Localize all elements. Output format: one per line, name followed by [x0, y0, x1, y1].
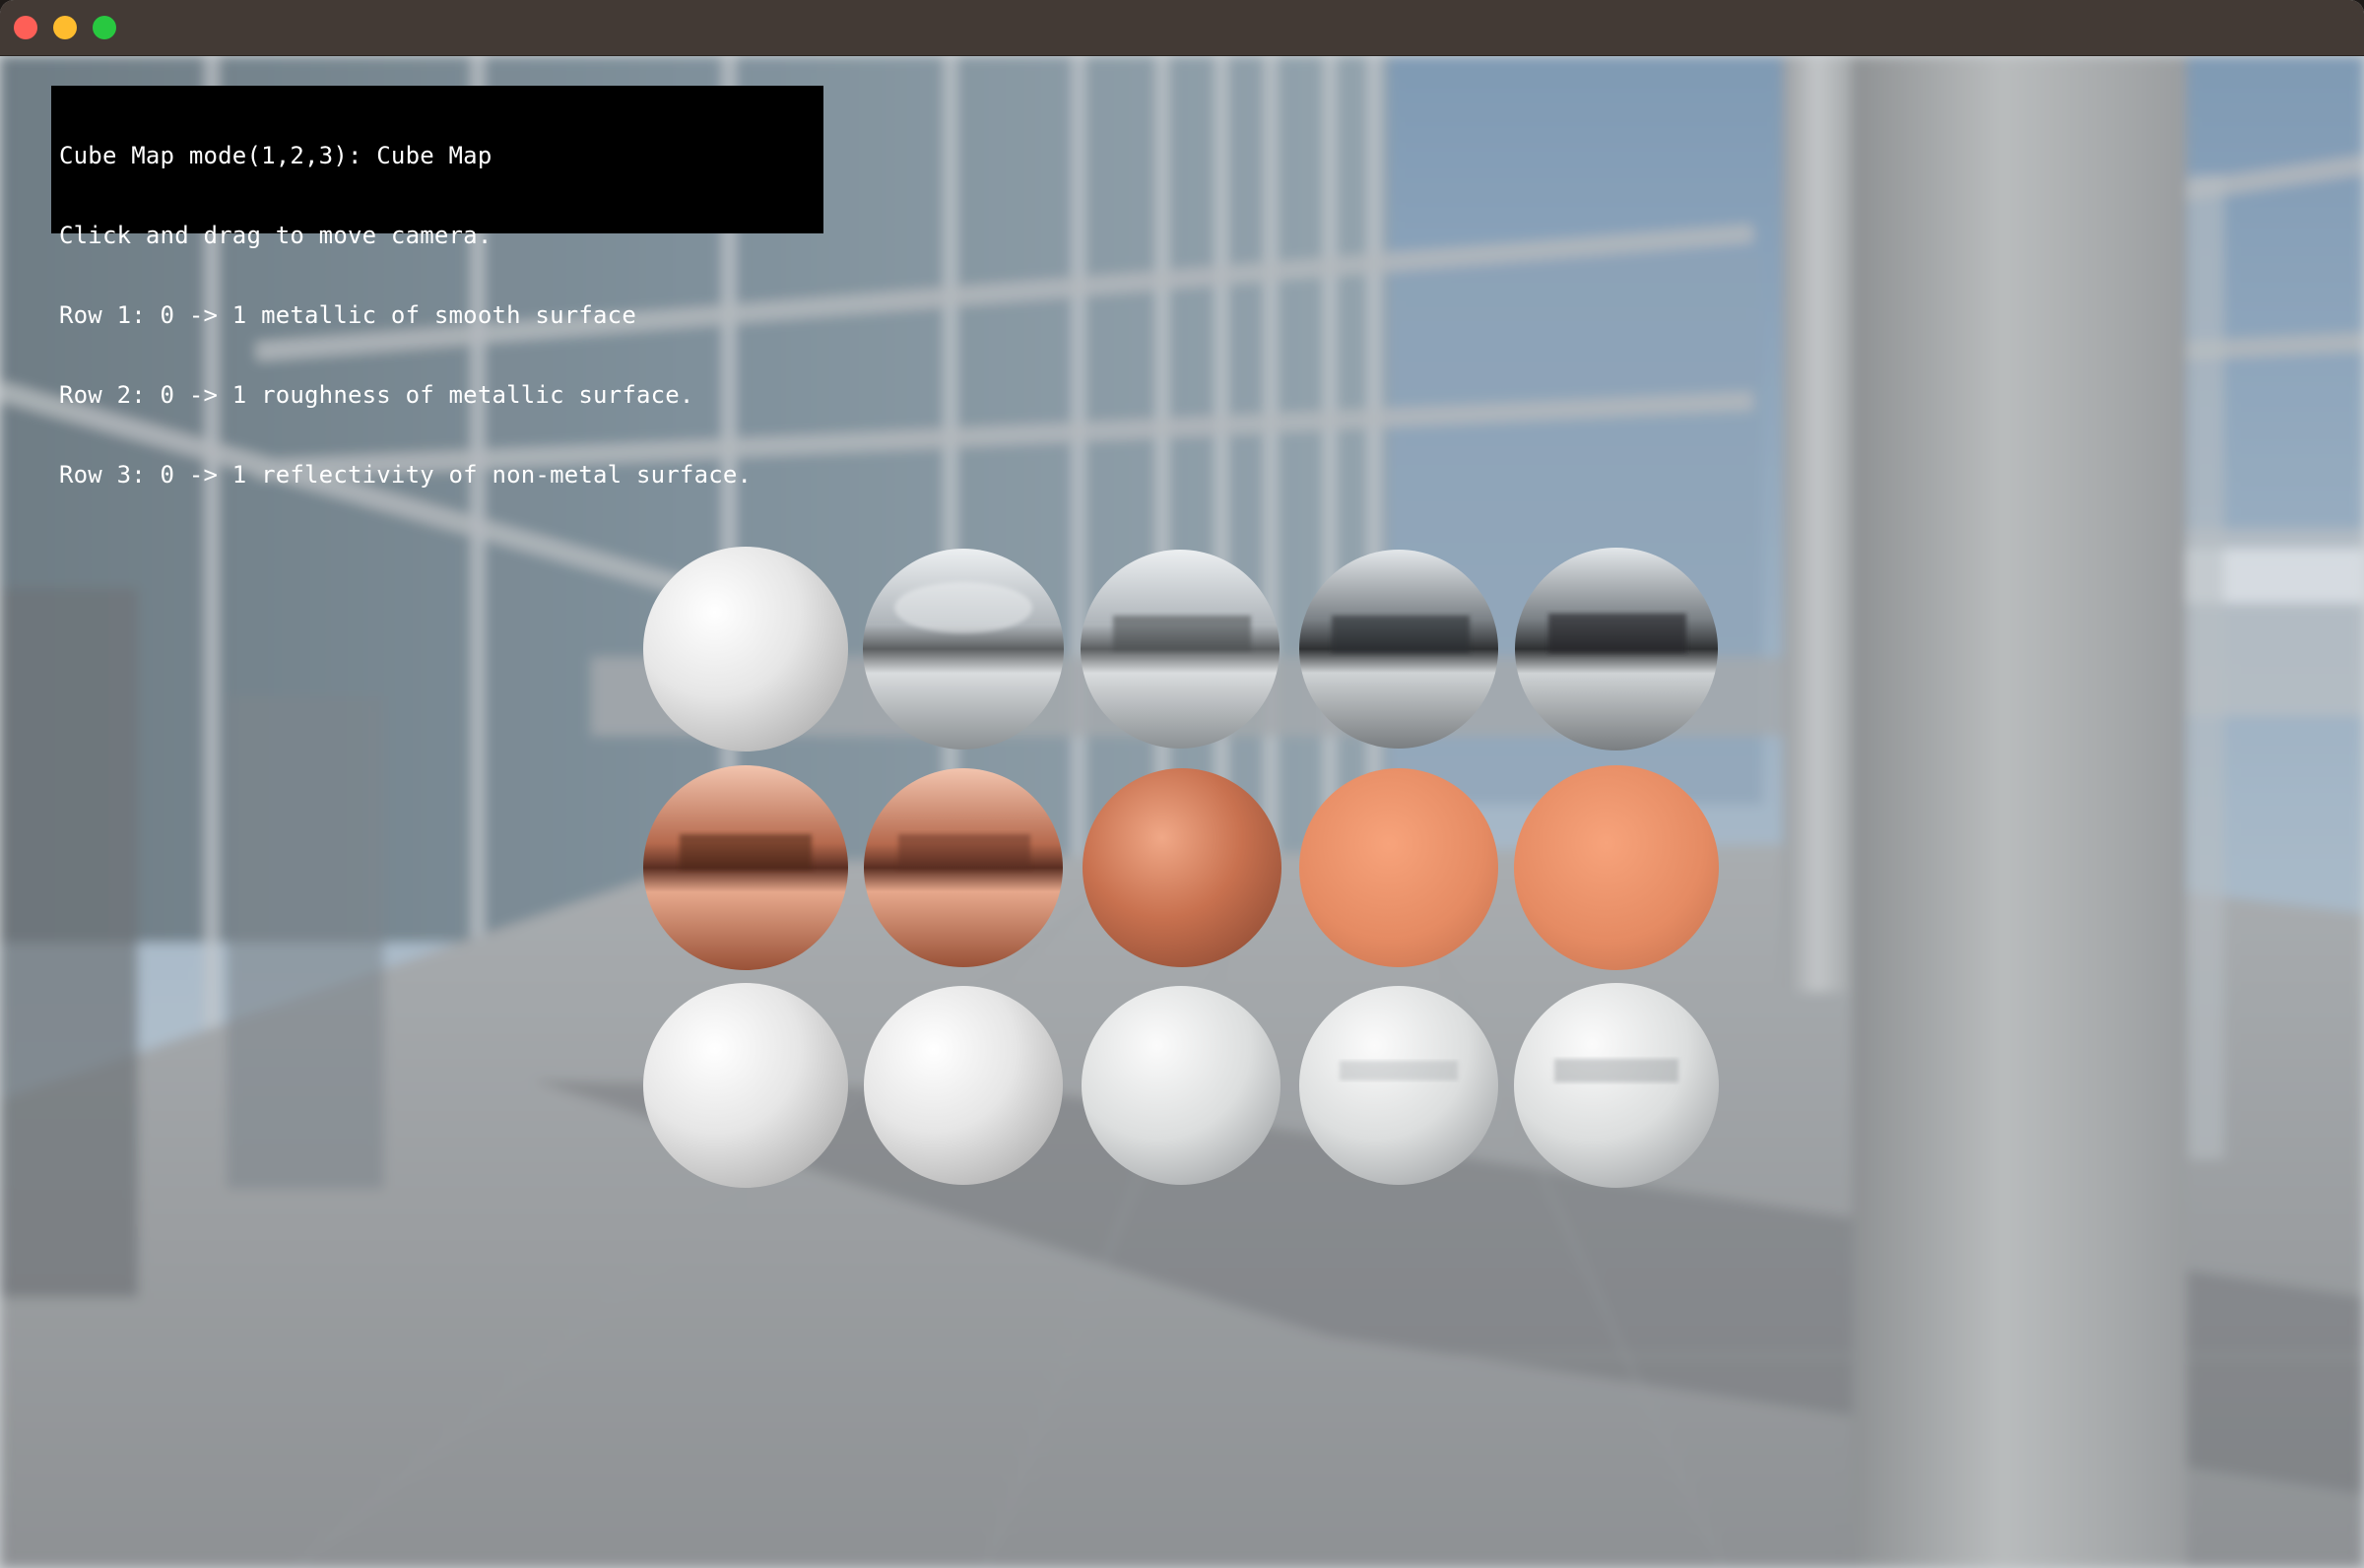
sphere-r2-c1 — [643, 765, 848, 970]
sphere-grid — [643, 547, 1719, 1188]
zoom-window-button[interactable] — [93, 16, 116, 39]
sphere-r1-c1 — [643, 547, 848, 751]
sphere-r3-c4 — [1299, 986, 1498, 1185]
sphere-r2-c5 — [1514, 765, 1719, 970]
title-bar[interactable] — [0, 0, 2364, 56]
sphere-row-3 — [643, 983, 1719, 1188]
sphere-r3-c2 — [864, 986, 1063, 1185]
overlay-line-mode: Cube Map mode(1,2,3): Cube Map — [59, 142, 492, 169]
sphere-r2-c4 — [1299, 768, 1498, 967]
info-overlay: Cube Map mode(1,2,3): Cube Map Click and… — [51, 86, 823, 489]
close-window-button[interactable] — [14, 16, 37, 39]
overlay-line-camera: Click and drag to move camera. — [59, 222, 492, 249]
sphere-r3-c5 — [1514, 983, 1719, 1188]
sphere-r3-c3 — [1082, 986, 1280, 1185]
sphere-row-2 — [643, 765, 1719, 970]
render-viewport[interactable]: Cube Map mode(1,2,3): Cube Map Click and… — [0, 56, 2364, 1568]
minimize-window-button[interactable] — [53, 16, 77, 39]
sphere-r2-c2 — [864, 768, 1063, 967]
sphere-r1-c3 — [1081, 550, 1280, 749]
overlay-line-row2: Row 2: 0 -> 1 roughness of metallic surf… — [59, 381, 694, 409]
sphere-r2-c3 — [1083, 768, 1281, 967]
sphere-r3-c1 — [643, 983, 848, 1188]
sphere-r1-c4 — [1299, 550, 1498, 749]
sphere-r1-c5 — [1515, 548, 1718, 751]
app-window: Cube Map mode(1,2,3): Cube Map Click and… — [0, 0, 2364, 1568]
sphere-row-1 — [643, 547, 1718, 751]
overlay-line-row1: Row 1: 0 -> 1 metallic of smooth surface — [59, 301, 636, 329]
sphere-r1-c2 — [863, 549, 1064, 750]
overlay-line-row3: Row 3: 0 -> 1 reflectivity of non-metal … — [59, 461, 753, 489]
